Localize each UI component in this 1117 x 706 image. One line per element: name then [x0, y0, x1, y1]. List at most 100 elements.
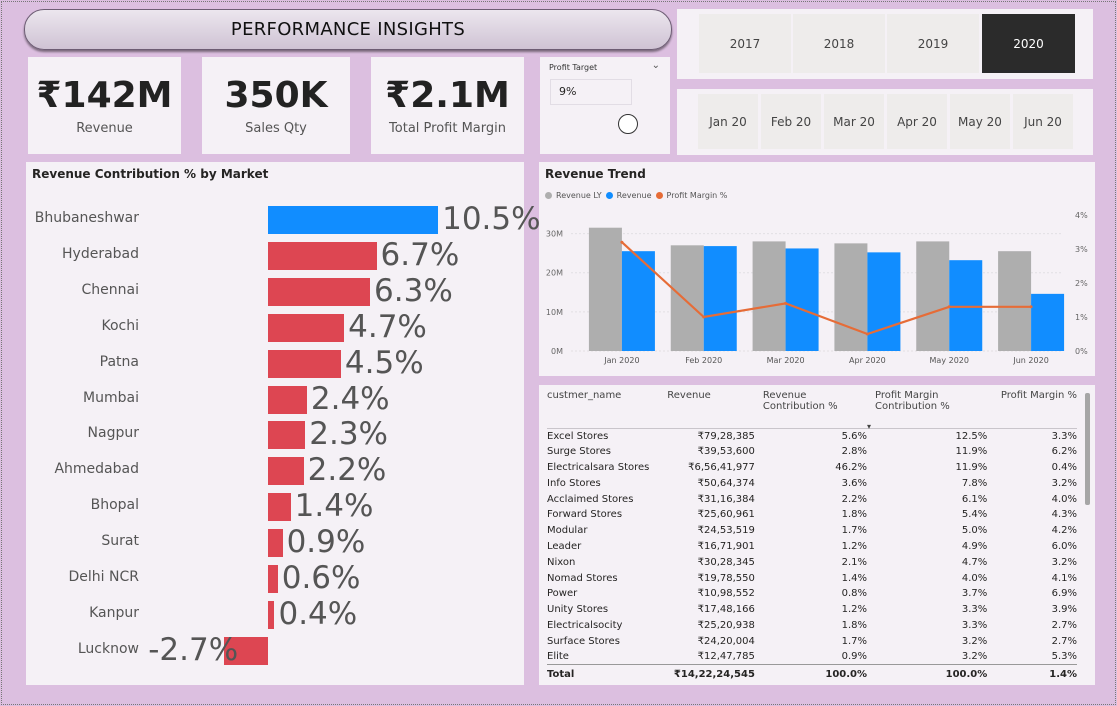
month-button-jun[interactable]: Jun 20: [1013, 94, 1073, 149]
market-value-label: 0.9%: [286, 524, 366, 561]
market-bar[interactable]: [268, 349, 341, 378]
cell-profit-margin-contribution: 12.5%: [955, 430, 988, 442]
cell-profit-margin: 1.4%: [987, 664, 1077, 683]
table-row[interactable]: Power ₹10,98,552 0.8% 3.7% 6.9%: [547, 586, 1077, 602]
revenue-ly-bar: [916, 241, 950, 351]
table-row[interactable]: Acclaimed Stores ₹31,16,384 2.2% 6.1% 4.0%: [547, 491, 1077, 507]
market-bar[interactable]: [268, 241, 377, 270]
y2-tick-label: 4%: [1075, 211, 1088, 220]
cell-revenue: ₹24,20,004: [697, 635, 755, 647]
market-value-label: 4.7%: [348, 308, 427, 345]
table-row[interactable]: Leader ₹16,71,901 1.2% 4.9% 6.0%: [547, 539, 1077, 555]
market-bar[interactable]: [268, 565, 278, 593]
chevron-down-icon[interactable]: ⌄: [652, 60, 660, 71]
market-bar[interactable]: [268, 493, 291, 522]
profit-target-input[interactable]: 9%: [550, 79, 632, 105]
cell-profit-margin: 2.7%: [1051, 619, 1077, 631]
market-label: Bhubaneshwar: [34, 210, 139, 226]
month-button-feb[interactable]: Feb 20: [761, 94, 821, 149]
market-bars-area: Bhubaneshwar 10.5% Hyderabad 6.7% Chennai 6.3…: [26, 162, 541, 685]
table-row[interactable]: Forward Stores ₹25,60,961 1.8% 5.4% 4.3%: [547, 507, 1077, 523]
y2-tick-label: 2%: [1075, 279, 1088, 288]
month-button-mar[interactable]: Mar 20: [824, 94, 884, 149]
revenue-bar: [867, 252, 901, 351]
market-value-label: 1.4%: [294, 488, 374, 525]
table-row[interactable]: Surge Stores ₹39,53,600 2.8% 11.9% 6.2%: [547, 444, 1077, 460]
market-bar[interactable]: [268, 600, 275, 629]
column-header-profit-margin[interactable]: Profit Margin %: [987, 390, 1077, 429]
profit-margin-point: [1029, 305, 1033, 309]
table-row[interactable]: Info Stores ₹50,64,374 3.6% 7.8% 3.2%: [547, 475, 1077, 491]
x-tick-label: Jun 2020: [1012, 356, 1048, 365]
month-button-apr[interactable]: Apr 20: [887, 94, 947, 149]
market-label: Ahmedabad: [54, 461, 139, 478]
cell-customer: Acclaimed Stores: [547, 493, 634, 505]
year-button-2017[interactable]: 2017: [699, 14, 791, 73]
market-bar[interactable]: [268, 206, 439, 234]
kpi-label: Total Profit Margin: [389, 120, 506, 136]
market-bar[interactable]: [268, 457, 304, 486]
year-slicer: 2017 2018 2019 2020: [677, 9, 1093, 79]
column-header-profit-margin-contribution[interactable]: Profit Margin Contribution % ▾: [867, 390, 988, 431]
market-label: Nagpur: [87, 425, 139, 442]
page-title: PERFORMANCE INSIGHTS: [24, 9, 672, 50]
column-header-customer[interactable]: custmer_name: [547, 390, 668, 429]
cell-profit-margin: 4.1%: [1051, 572, 1077, 584]
cell-revenue-contribution: 2.2%: [841, 493, 868, 505]
table-row[interactable]: Modular ₹24,53,519 1.7% 5.0% 4.2%: [547, 523, 1077, 539]
cell-profit-margin: 6.2%: [1051, 446, 1077, 458]
column-header-revenue-contribution[interactable]: Revenue Contribution %: [754, 390, 868, 429]
kpi-revenue-card: ₹142M Revenue: [28, 57, 181, 154]
x-tick-label: Feb 2020: [685, 356, 722, 365]
market-label: Lucknow: [77, 640, 139, 657]
market-bar[interactable]: [268, 277, 371, 306]
market-value-label: 0.6%: [281, 560, 361, 596]
market-value-label: 6.3%: [374, 272, 453, 309]
year-button-2018[interactable]: 2018: [793, 14, 885, 73]
cell-profit-margin: 5.3%: [1051, 651, 1077, 663]
revenue-bar: [703, 246, 737, 351]
table-row[interactable]: Electricalsara Stores ₹6,56,41,977 46.2% 11…: [547, 460, 1077, 476]
table-row[interactable]: Excel Stores ₹79,28,385 5.6% 12.5% 3.3%: [547, 428, 1077, 444]
market-bar[interactable]: [268, 313, 345, 342]
revenue-ly-bar: [588, 227, 622, 351]
revenue-bar: [621, 251, 655, 351]
cell-revenue-contribution: 3.6%: [841, 477, 868, 489]
market-value-label: 2.2%: [307, 452, 387, 489]
sort-desc-icon[interactable]: ▾: [867, 422, 871, 431]
profit-target-slider-handle[interactable]: [618, 114, 638, 134]
year-button-2020[interactable]: 2020: [982, 14, 1075, 73]
trend-plot: 0M 10M 20M 30M 0% 1% 2% 3% 4% Jan 2020 Feb 2020 Mar…: [546, 211, 1088, 365]
cell-customer: Power: [547, 588, 578, 600]
cell-customer: Excel Stores: [547, 430, 609, 442]
market-bar[interactable]: [268, 529, 283, 558]
table-row[interactable]: Nixon ₹30,28,345 2.1% 4.7% 3.2%: [547, 554, 1077, 570]
cell-profit-margin: 3.2%: [1051, 477, 1077, 489]
column-header-revenue[interactable]: Revenue: [667, 390, 755, 429]
market-bar[interactable]: [268, 385, 307, 414]
cell-profit-margin: 0.4%: [1051, 461, 1077, 473]
table-row[interactable]: Nomad Stores ₹19,78,550 1.4% 4.0% 4.1%: [547, 570, 1077, 586]
kpi-label: Revenue: [76, 120, 133, 136]
revenue-bar: [949, 260, 983, 351]
cell-profit-margin-contribution: 6.1%: [961, 493, 988, 505]
cell-profit-margin: 3.3%: [1051, 430, 1077, 442]
table-row[interactable]: Unity Stores ₹17,48,166 1.2% 3.3% 3.9%: [547, 602, 1077, 618]
column-header-label: Profit Margin Contribution %: [875, 390, 950, 412]
cell-customer: Elite: [547, 651, 569, 663]
market-value-label: 2.4%: [310, 380, 390, 417]
table-row[interactable]: Elite ₹12,47,785 0.9% 3.2% 5.3%: [547, 649, 1077, 665]
market-label: Kanpur: [89, 604, 139, 621]
year-button-2019[interactable]: 2019: [887, 14, 979, 73]
market-bar[interactable]: [268, 421, 306, 450]
table-row[interactable]: Electricalsocity ₹25,20,938 1.8% 3.3% 2.7%: [547, 618, 1077, 634]
cell-profit-margin-contribution: 11.9%: [955, 461, 988, 473]
month-button-may[interactable]: May 20: [950, 94, 1010, 149]
month-button-jan[interactable]: Jan 20: [698, 94, 758, 149]
cell-customer: Electricalsocity: [547, 619, 623, 631]
cell-revenue: ₹19,78,550: [697, 572, 755, 584]
month-slicer: Jan 20 Feb 20 Mar 20 Apr 20 May 20 Jun 2…: [677, 89, 1093, 155]
table-row[interactable]: Surface Stores ₹24,20,004 1.7% 3.2% 2.7%: [547, 633, 1077, 649]
cell-profit-margin-contribution: 3.2%: [961, 635, 988, 647]
table-scrollbar[interactable]: [1085, 393, 1090, 505]
